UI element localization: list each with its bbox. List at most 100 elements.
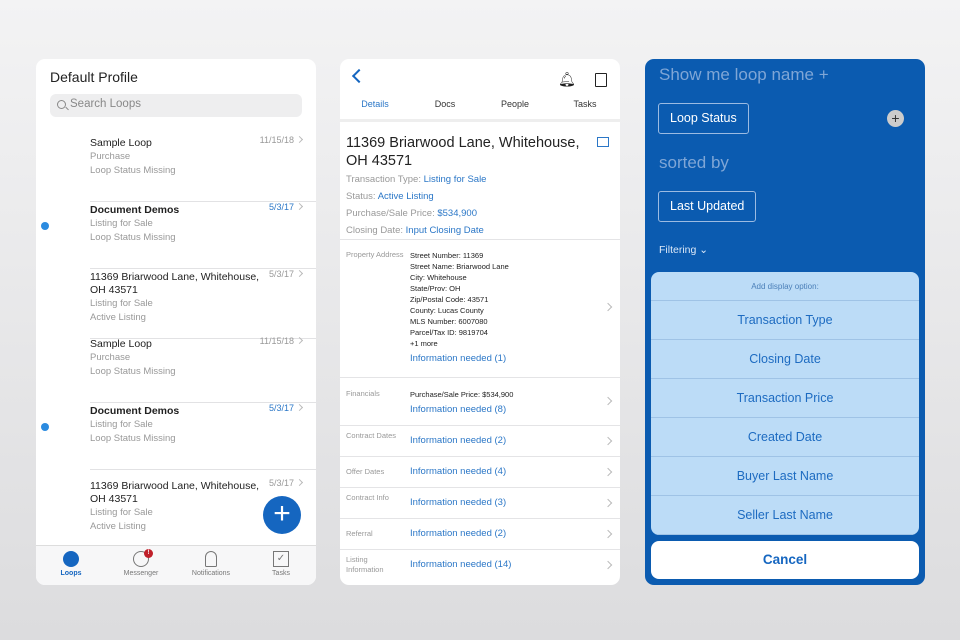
- loop-title: Document Demos: [90, 405, 180, 417]
- chevron-right-icon: [295, 336, 304, 345]
- add-display-option-icon[interactable]: +: [887, 110, 904, 127]
- field-value[interactable]: Listing for Sale: [424, 174, 487, 185]
- section-label: Contract Dates: [346, 431, 397, 440]
- action-sheet: Add display option: Transaction Type Clos…: [651, 272, 919, 535]
- chevron-right-icon: [603, 529, 613, 539]
- unread-dot: [41, 423, 49, 431]
- display-option[interactable]: Seller Last Name: [651, 496, 919, 535]
- chevron-right-icon: [295, 135, 304, 144]
- property-line: Street Name: Briarwood Lane: [410, 262, 509, 271]
- tab-notifications[interactable]: Notifications: [176, 546, 246, 585]
- display-option[interactable]: Created Date: [651, 418, 919, 457]
- field-key: Closing Date:: [346, 225, 406, 236]
- chevron-right-icon: [295, 403, 304, 412]
- loop-list-item[interactable]: Document Demos Listing for Sale Loop Sta…: [90, 202, 316, 269]
- chevron-right-icon: [295, 478, 304, 487]
- last-updated-button[interactable]: Last Updated: [658, 191, 757, 222]
- loop-title: 11369 Briarwood Lane, Whitehouse, OH 435…: [90, 480, 260, 505]
- loop-title: 11369 Briarwood Lane, Whitehouse, OH 435…: [90, 271, 260, 296]
- detail-section[interactable]: Listing Information Information needed (1…: [340, 549, 620, 580]
- field-value[interactable]: Active Listing: [378, 191, 434, 202]
- loop-type: Purchase: [90, 151, 131, 162]
- search-input[interactable]: Search Loops: [50, 94, 302, 117]
- sorted-by-label: sorted by: [659, 153, 729, 172]
- property-line: MLS Number: 6007080: [410, 317, 488, 326]
- financials-price: Purchase/Sale Price: $534,900: [410, 390, 514, 399]
- search-placeholder: Search Loops: [70, 98, 141, 110]
- info-needed-link[interactable]: Information needed (1): [410, 353, 506, 364]
- loop-list-item[interactable]: Document Demos Listing for Sale Loop Sta…: [90, 403, 316, 470]
- loop-type: Listing for Sale: [90, 298, 153, 309]
- detail-tabs: Details Docs People Tasks: [340, 99, 620, 122]
- loop-title: Document Demos: [90, 204, 180, 216]
- info-needed-link[interactable]: Information needed (2): [410, 435, 506, 446]
- field-key: Status:: [346, 191, 378, 202]
- chevron-right-icon: [603, 560, 613, 570]
- loop-date: 5/3/17: [268, 478, 294, 488]
- tab-people[interactable]: People: [480, 99, 550, 119]
- open-external-icon[interactable]: [597, 137, 609, 147]
- info-needed-link[interactable]: Information needed (3): [410, 497, 506, 508]
- section-label: Listing Information: [346, 555, 384, 574]
- section-label: Contract Info: [346, 493, 389, 502]
- property-line: County: Lucas County: [410, 306, 484, 315]
- bell-icon[interactable]: 🔔︎: [558, 71, 576, 88]
- tab-details[interactable]: Details: [340, 99, 410, 119]
- financials-section[interactable]: Financials Purchase/Sale Price: $534,900…: [340, 377, 620, 425]
- field-value[interactable]: Input Closing Date: [406, 225, 484, 236]
- chevron-down-icon: ⌄: [699, 244, 709, 256]
- loop-status: Active Listing: [90, 312, 146, 323]
- loop-date: 11/15/18: [259, 135, 294, 145]
- messenger-badge: !: [144, 549, 153, 558]
- loop-status: Loop Status Missing: [90, 232, 176, 243]
- section-label: Property Address: [346, 250, 404, 259]
- show-me-label: Show me loop name +: [659, 65, 829, 84]
- loop-date: 11/15/18: [259, 336, 294, 346]
- display-option[interactable]: Buyer Last Name: [651, 457, 919, 496]
- info-needed-link[interactable]: Information needed (4): [410, 466, 506, 477]
- loop-list-item[interactable]: 11369 Briarwood Lane, Whitehouse, OH 435…: [90, 269, 316, 339]
- property-line: City: Whitehouse: [410, 273, 467, 282]
- chevron-right-icon: [603, 302, 613, 312]
- display-option[interactable]: Transaction Type: [651, 301, 919, 340]
- loop-details-screen: 🔔︎ Details Docs People Tasks 11369 Briar…: [340, 59, 620, 585]
- loop-date: 5/3/17: [268, 202, 294, 212]
- loop-status-button[interactable]: Loop Status: [658, 103, 749, 134]
- info-needed-link[interactable]: Information needed (8): [410, 404, 506, 415]
- loop-status: Loop Status Missing: [90, 433, 176, 444]
- info-needed-link[interactable]: Information needed (14): [410, 559, 511, 570]
- tab-loops[interactable]: Loops: [36, 546, 106, 585]
- detail-section[interactable]: Referral Information needed (2): [340, 518, 620, 549]
- property-line: +1 more: [410, 339, 438, 348]
- unread-dot: [41, 222, 49, 230]
- tab-tasks[interactable]: Tasks: [550, 99, 620, 119]
- loop-status: Loop Status Missing: [90, 366, 176, 377]
- tab-tasks[interactable]: ✓ Tasks: [246, 546, 316, 585]
- loop-field: Purchase/Sale Price: $534,900: [346, 208, 477, 219]
- property-line: State/Prov: OH: [410, 284, 461, 293]
- loop-list-item[interactable]: Sample Loop Purchase Loop Status Missing…: [90, 135, 316, 202]
- sheet-header: Add display option:: [651, 272, 919, 301]
- tab-messenger[interactable]: ! Messenger: [106, 546, 176, 585]
- field-key: Purchase/Sale Price:: [346, 208, 438, 219]
- chevron-right-icon: [603, 436, 613, 446]
- detail-section[interactable]: Offer Dates Information needed (4): [340, 456, 620, 487]
- cancel-button[interactable]: Cancel: [651, 541, 919, 579]
- display-option[interactable]: Closing Date: [651, 340, 919, 379]
- field-value[interactable]: $534,900: [437, 208, 477, 219]
- tab-docs[interactable]: Docs: [410, 99, 480, 119]
- detail-section[interactable]: Contract Dates Information needed (2): [340, 425, 620, 456]
- filtering-toggle[interactable]: Filtering ⌄: [659, 244, 708, 256]
- loops-list-screen: Default Profile Search Loops Sample Loop…: [36, 59, 316, 585]
- display-options-screen: Show me loop name + Loop Status + sorted…: [645, 59, 925, 585]
- display-option[interactable]: Transaction Price: [651, 379, 919, 418]
- add-loop-button[interactable]: +: [263, 496, 301, 534]
- loop-list-item[interactable]: Sample Loop Purchase Loop Status Missing…: [90, 336, 316, 403]
- section-label: Offer Dates: [346, 467, 385, 476]
- detail-section[interactable]: Contract Info Information needed (3): [340, 487, 620, 518]
- chevron-right-icon: [603, 467, 613, 477]
- info-needed-link[interactable]: Information needed (2): [410, 528, 506, 539]
- share-icon[interactable]: [595, 73, 607, 87]
- back-chevron-icon[interactable]: [351, 68, 367, 84]
- property-address-section[interactable]: Property Address Street Number: 11369 Str…: [340, 239, 620, 377]
